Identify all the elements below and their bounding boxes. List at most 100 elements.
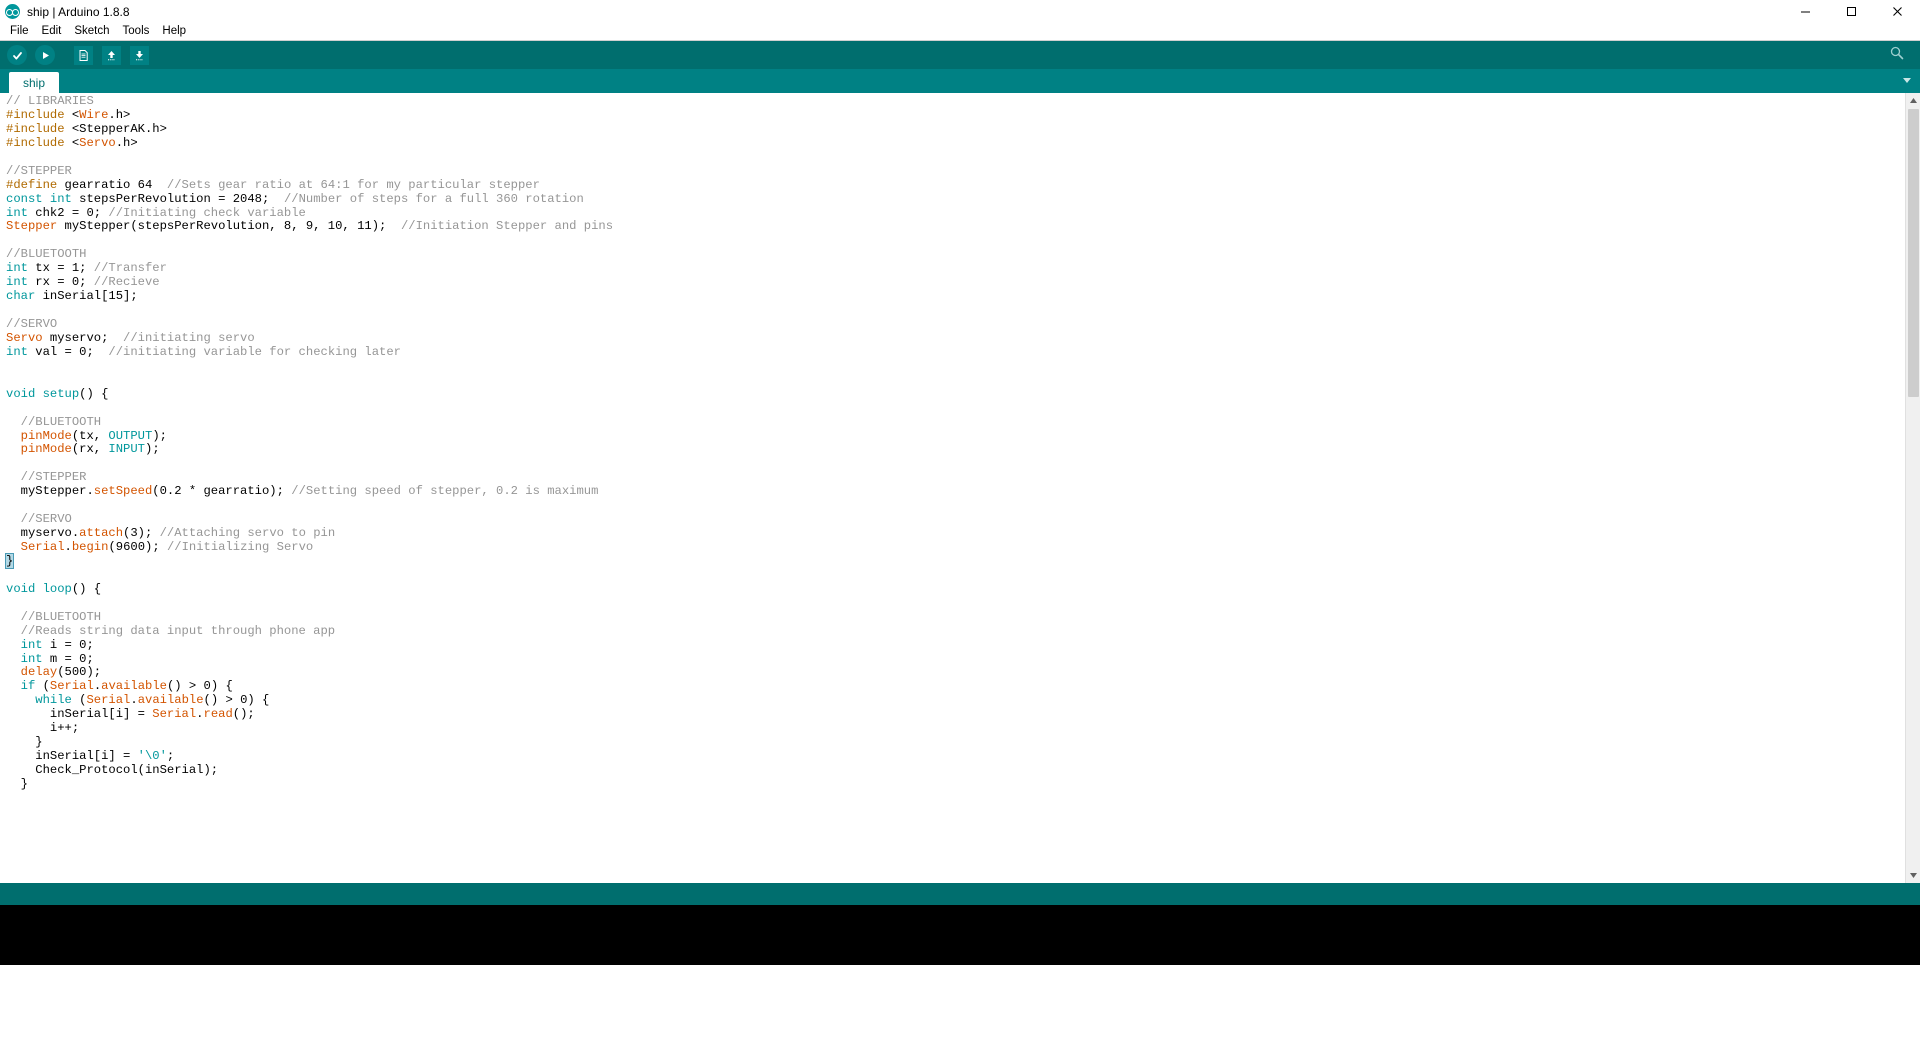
code-token: Check_Protocol(inSerial);	[6, 763, 219, 777]
code-line: //Reads string data input through phone …	[0, 623, 1905, 639]
code-line: Stepper myStepper(stepsPerRevolution, 8,…	[0, 219, 1905, 234]
code-line: const int stepsPerRevolution = 2048; //N…	[0, 192, 1905, 207]
code-token: myservo.	[6, 526, 80, 541]
open-button[interactable]	[98, 42, 124, 68]
code-token: loop	[42, 581, 72, 596]
code-line: //BLUETOOTH	[0, 610, 1905, 625]
code-token: Servo	[6, 330, 43, 345]
code-line: int chk2 = 0; //Initiating check variabl…	[0, 206, 1905, 221]
code-line: myStepper.setSpeed(0.2 * gearratio); //S…	[0, 484, 1905, 499]
toolbar-right	[1884, 41, 1912, 69]
code-token: Serial	[152, 707, 197, 722]
code-token: #include	[6, 135, 72, 150]
code-token: //Setting speed of stepper, 0.2 is maxim…	[291, 484, 599, 499]
upload-button[interactable]	[32, 42, 58, 68]
code-token: .h>	[115, 135, 138, 150]
menu-help[interactable]: Help	[156, 23, 193, 40]
code-token: while	[35, 693, 72, 708]
menu-sketch[interactable]: Sketch	[68, 23, 116, 40]
code-token: (500);	[57, 665, 102, 680]
code-token: #include	[6, 107, 72, 122]
code-token: //Reads string data input through phone …	[6, 623, 336, 638]
code-line: Check_Protocol(inSerial);	[0, 763, 1905, 778]
code-line: Servo myservo; //initiating servo	[0, 330, 1905, 346]
code-token: myservo;	[42, 330, 124, 345]
toolbar	[0, 41, 1920, 69]
maximize-button[interactable]	[1828, 0, 1874, 23]
code-line: inSerial[i] = '\0';	[0, 749, 1905, 764]
code-line: int rx = 0; //Recieve	[0, 275, 1905, 290]
arrow-down-icon	[129, 45, 149, 65]
code-token: (tx,	[71, 428, 109, 443]
chevron-down-icon	[1901, 73, 1913, 91]
code-line: int val = 0; //initiating variable for c…	[0, 344, 1905, 360]
code-token: // LIBRARIES	[6, 94, 94, 108]
menu-file[interactable]: File	[4, 23, 36, 40]
code-token: .	[64, 540, 72, 554]
magnifier-icon	[1889, 45, 1905, 66]
console-output[interactable]	[0, 905, 1920, 966]
code-line: // LIBRARIES	[0, 94, 1905, 109]
code-token: (	[35, 679, 50, 694]
code-token: val = 0;	[27, 344, 109, 359]
code-token: char	[6, 289, 36, 304]
tab-ship[interactable]: ship	[9, 72, 60, 93]
code-token: setup	[42, 386, 80, 401]
code-token: pinMode	[20, 442, 72, 457]
code-line: #include <Wire.h>	[0, 107, 1905, 123]
code-token: Wire	[79, 107, 109, 122]
code-token: //Sets gear ratio at 64:1 for my particu…	[166, 177, 540, 192]
code-token: int	[6, 344, 28, 359]
tab-menu-button[interactable]	[1898, 73, 1916, 91]
scrollbar-thumb[interactable]	[1908, 109, 1919, 397]
code-token: //SERVO	[6, 512, 72, 527]
editor-area: // LIBRARIES #include <Wire.h> #include <S…	[0, 93, 1920, 884]
window-controls	[1782, 0, 1920, 23]
code-token: .h>	[108, 107, 131, 122]
code-line: while (Serial.available() > 0) {	[0, 693, 1905, 708]
code-token: .	[130, 693, 138, 708]
code-token: .	[196, 707, 204, 722]
code-line: }	[0, 552, 1905, 569]
code-token: int	[20, 637, 43, 652]
code-line: pinMode(tx, OUTPUT);	[0, 428, 1905, 444]
scroll-up-arrow-icon[interactable]	[1906, 93, 1920, 108]
code-token: available	[101, 679, 167, 694]
verify-button[interactable]	[4, 42, 30, 68]
code-token: }	[6, 776, 28, 791]
code-token: #include	[6, 121, 72, 136]
code-token: void	[6, 581, 36, 596]
code-line: }	[0, 735, 1905, 750]
arduino-infinity-logo-icon	[5, 4, 20, 19]
arrow-right-icon	[35, 45, 55, 65]
code-editor[interactable]: // LIBRARIES #include <Wire.h> #include <S…	[0, 93, 1905, 883]
code-token: INPUT	[108, 442, 145, 457]
editor-vertical-scrollbar[interactable]	[1905, 93, 1920, 884]
save-button[interactable]	[126, 42, 152, 68]
close-button[interactable]	[1874, 0, 1920, 23]
code-line: delay(500);	[0, 665, 1905, 680]
code-token: void	[6, 386, 36, 401]
code-token: );	[152, 428, 167, 443]
scroll-down-arrow-icon[interactable]	[1906, 868, 1920, 884]
code-line: //SERVO	[0, 512, 1905, 527]
minimize-button[interactable]	[1782, 0, 1828, 23]
menu-tools[interactable]: Tools	[117, 23, 157, 40]
new-button[interactable]	[70, 42, 96, 68]
code-token: //BLUETOOTH	[6, 414, 102, 429]
code-token: //STEPPER	[6, 470, 87, 485]
serial-monitor-button[interactable]	[1884, 42, 1910, 68]
code-token: setSpeed	[93, 484, 153, 499]
code-token: //Initializing Servo	[166, 540, 314, 554]
code-token: rx = 0;	[27, 275, 94, 290]
code-line: //BLUETOOTH	[0, 247, 1905, 262]
menu-edit[interactable]: Edit	[36, 23, 69, 40]
